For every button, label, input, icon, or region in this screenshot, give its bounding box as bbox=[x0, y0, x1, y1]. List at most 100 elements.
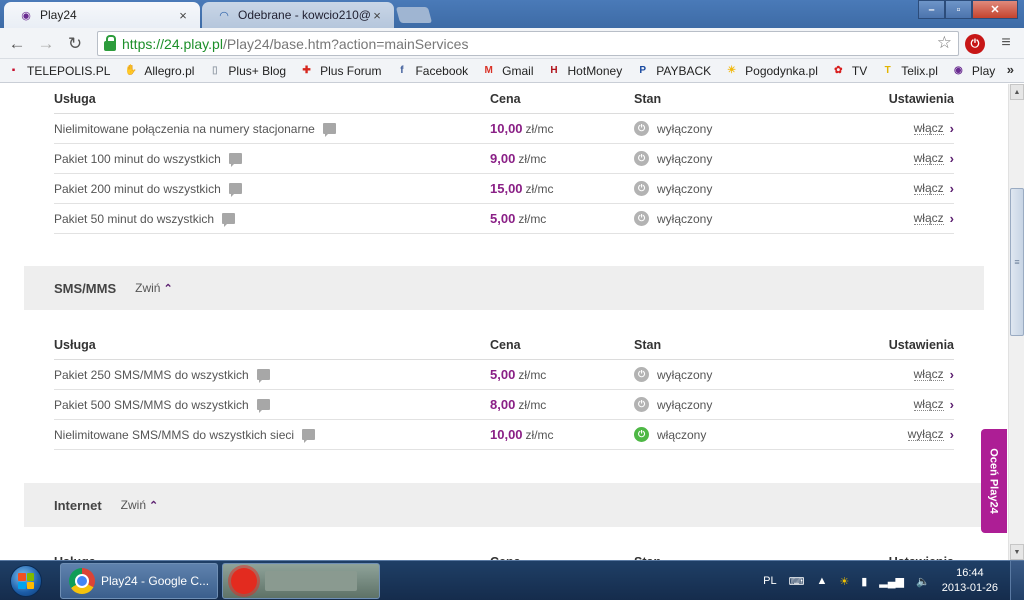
collapse-button[interactable]: Zwiń ⌃ bbox=[121, 498, 159, 512]
collapse-label: Zwiń bbox=[135, 281, 161, 295]
show-desktop-button[interactable] bbox=[1010, 561, 1024, 600]
browser-toolbar: ← → ↻ https://24.play.pl/Play24/base.htm… bbox=[0, 28, 1024, 59]
info-bubble-icon[interactable] bbox=[222, 213, 236, 227]
tab-title: Odebrane - kowcio210@g bbox=[238, 8, 370, 22]
bookmarks-overflow-icon[interactable]: » bbox=[1007, 62, 1014, 77]
chevron-right-icon[interactable]: › bbox=[950, 211, 954, 226]
price-value: 10,00 bbox=[490, 121, 523, 136]
network-signal-icon[interactable]: ▂▄▆ bbox=[879, 575, 904, 588]
service-name-cell: Pakiet 250 SMS/MMS do wszystkich bbox=[54, 367, 490, 383]
service-name: Pakiet 250 SMS/MMS do wszystkich bbox=[54, 367, 249, 382]
chevron-right-icon[interactable]: › bbox=[950, 397, 954, 412]
header-price: Cena bbox=[490, 91, 521, 106]
bookmark-gmail[interactable]: M Gmail bbox=[481, 64, 534, 78]
state-cell: ⏻ włączony bbox=[634, 427, 824, 442]
chevron-up-icon: ⌃ bbox=[163, 282, 173, 295]
service-name-cell: Pakiet 100 minut do wszystkich bbox=[54, 151, 490, 167]
toggle-service-link[interactable]: wyłącz bbox=[907, 428, 944, 441]
chrome-icon bbox=[69, 568, 95, 594]
section-title: Internet bbox=[54, 497, 102, 513]
bookmark-facebook[interactable]: f Facebook bbox=[394, 64, 468, 78]
bookmark-star-icon[interactable]: ☆ bbox=[937, 33, 952, 53]
toggle-service-link[interactable]: włącz bbox=[913, 152, 944, 165]
chevron-right-icon[interactable]: › bbox=[950, 181, 954, 196]
state-cell: ⏻ wyłączony bbox=[634, 211, 824, 226]
info-bubble-icon[interactable] bbox=[302, 429, 316, 443]
play-eye-icon: ◉ bbox=[21, 9, 31, 22]
weather-tray-icon[interactable]: ☀ bbox=[839, 575, 849, 588]
tab-close-icon[interactable]: × bbox=[370, 8, 384, 23]
collapse-button[interactable]: Zwiń ⌃ bbox=[135, 281, 173, 295]
tab-close-icon[interactable]: × bbox=[176, 8, 190, 23]
settings-cell: wyłącz › bbox=[824, 427, 954, 442]
bookmark-play[interactable]: ◉ Play bbox=[951, 64, 995, 78]
service-name-cell: Pakiet 200 minut do wszystkich bbox=[54, 182, 490, 197]
chevron-right-icon[interactable]: › bbox=[950, 121, 954, 136]
page-viewport: Usługa Cena Stan Ustawienia Nielimitowan… bbox=[0, 84, 1008, 560]
bookmark-telix-pl[interactable]: T Telix.pl bbox=[880, 64, 938, 78]
scroll-down-arrow[interactable]: ▼ bbox=[1010, 544, 1024, 560]
bookmark-allegro-pl[interactable]: ✋ Allegro.pl bbox=[123, 64, 195, 78]
table-row: Pakiet 250 SMS/MMS do wszystkich 5,00 zł/m… bbox=[54, 360, 954, 390]
volume-icon[interactable]: 🔈 bbox=[916, 575, 930, 588]
tray-expand-icon[interactable]: ▲ bbox=[816, 575, 827, 587]
page-scrollbar[interactable]: ▲ ≡ ▼ bbox=[1008, 84, 1024, 560]
scroll-thumb[interactable]: ≡ bbox=[1010, 188, 1024, 336]
taskbar-chrome-button[interactable]: Play24 - Google C... bbox=[60, 563, 218, 599]
price-unit: zł/mc bbox=[525, 122, 554, 136]
clock[interactable]: 16:44 2013-01-26 bbox=[942, 566, 998, 596]
gmail-icon: M bbox=[484, 65, 493, 76]
chevron-right-icon[interactable]: › bbox=[950, 367, 954, 382]
language-indicator[interactable]: PL bbox=[763, 575, 776, 587]
maximize-button[interactable]: ▫ bbox=[945, 0, 972, 19]
back-button[interactable]: ← bbox=[6, 33, 28, 55]
bookmark-telepolis-pl[interactable]: ▪ TELEPOLIS.PL bbox=[6, 64, 111, 78]
info-bubble-icon[interactable] bbox=[256, 399, 270, 413]
start-button[interactable] bbox=[4, 563, 48, 599]
facebook-icon: f bbox=[400, 65, 404, 76]
bookmark-plus-forum[interactable]: ✚ Plus Forum bbox=[299, 64, 381, 78]
bookmark-tv[interactable]: ✿ TV bbox=[831, 64, 867, 78]
table-row: Pakiet 500 SMS/MMS do wszystkich 8,00 zł/m… bbox=[54, 390, 954, 420]
info-bubble-icon[interactable] bbox=[228, 153, 242, 167]
bookmark-payback[interactable]: P PAYBACK bbox=[635, 64, 711, 78]
toggle-service-link[interactable]: włącz bbox=[913, 122, 944, 135]
taskbar-app-button[interactable] bbox=[222, 563, 380, 599]
bookmark-plus-blog[interactable]: ▯ Plus+ Blog bbox=[207, 64, 286, 78]
scroll-up-arrow[interactable]: ▲ bbox=[1010, 84, 1024, 100]
bookmark-label: Play bbox=[971, 63, 996, 78]
bookmark-label: TV bbox=[851, 63, 868, 78]
price-unit: zł/mc bbox=[525, 182, 554, 196]
tab-gmail[interactable]: ◠ Odebrane - kowcio210@g × bbox=[202, 2, 394, 28]
close-window-button[interactable]: ✕ bbox=[972, 0, 1018, 19]
bookmark-hotmoney[interactable]: H HotMoney bbox=[547, 63, 623, 78]
chevron-right-icon[interactable]: › bbox=[950, 151, 954, 166]
bookmark-label: Telix.pl bbox=[901, 63, 938, 78]
address-bar[interactable]: https://24.play.pl/Play24/base.htm?actio… bbox=[97, 31, 959, 56]
battery-icon[interactable]: ▮ bbox=[861, 575, 867, 588]
keyboard-icon[interactable]: ⌨ bbox=[789, 575, 805, 588]
settings-cell: włącz › bbox=[824, 181, 954, 196]
loading-spinner-icon: ◠ bbox=[219, 9, 229, 22]
bookmark-label: HotMoney bbox=[567, 63, 623, 78]
toggle-service-link[interactable]: włącz bbox=[913, 182, 944, 195]
new-tab-button[interactable] bbox=[395, 7, 433, 23]
chevron-right-icon[interactable]: › bbox=[950, 427, 954, 442]
info-bubble-icon[interactable] bbox=[322, 123, 336, 137]
toggle-service-link[interactable]: włącz bbox=[913, 212, 944, 225]
info-bubble-icon[interactable] bbox=[256, 369, 270, 383]
bookmark-pogodynka-pl[interactable]: ☀ Pogodynka.pl bbox=[724, 64, 818, 78]
price-cell: 10,00 zł/mc bbox=[490, 427, 634, 442]
clock-date: 2013-01-26 bbox=[941, 582, 998, 594]
toggle-service-link[interactable]: włącz bbox=[913, 368, 944, 381]
info-bubble-icon[interactable] bbox=[228, 183, 242, 197]
minimize-button[interactable]: – bbox=[918, 0, 945, 19]
extension-icon[interactable]: ⏻ bbox=[965, 34, 985, 54]
rate-play24-tab[interactable]: Oceń Play24 bbox=[981, 429, 1007, 533]
service-name: Pakiet 100 minut do wszystkich bbox=[54, 151, 221, 166]
chrome-menu-icon[interactable]: ≡ bbox=[996, 34, 1016, 54]
toggle-service-link[interactable]: włącz bbox=[913, 398, 944, 411]
reload-button[interactable]: ↻ bbox=[64, 33, 86, 55]
tab-play24[interactable]: ◉ Play24 × bbox=[4, 2, 200, 28]
forward-button[interactable]: → bbox=[35, 33, 57, 55]
